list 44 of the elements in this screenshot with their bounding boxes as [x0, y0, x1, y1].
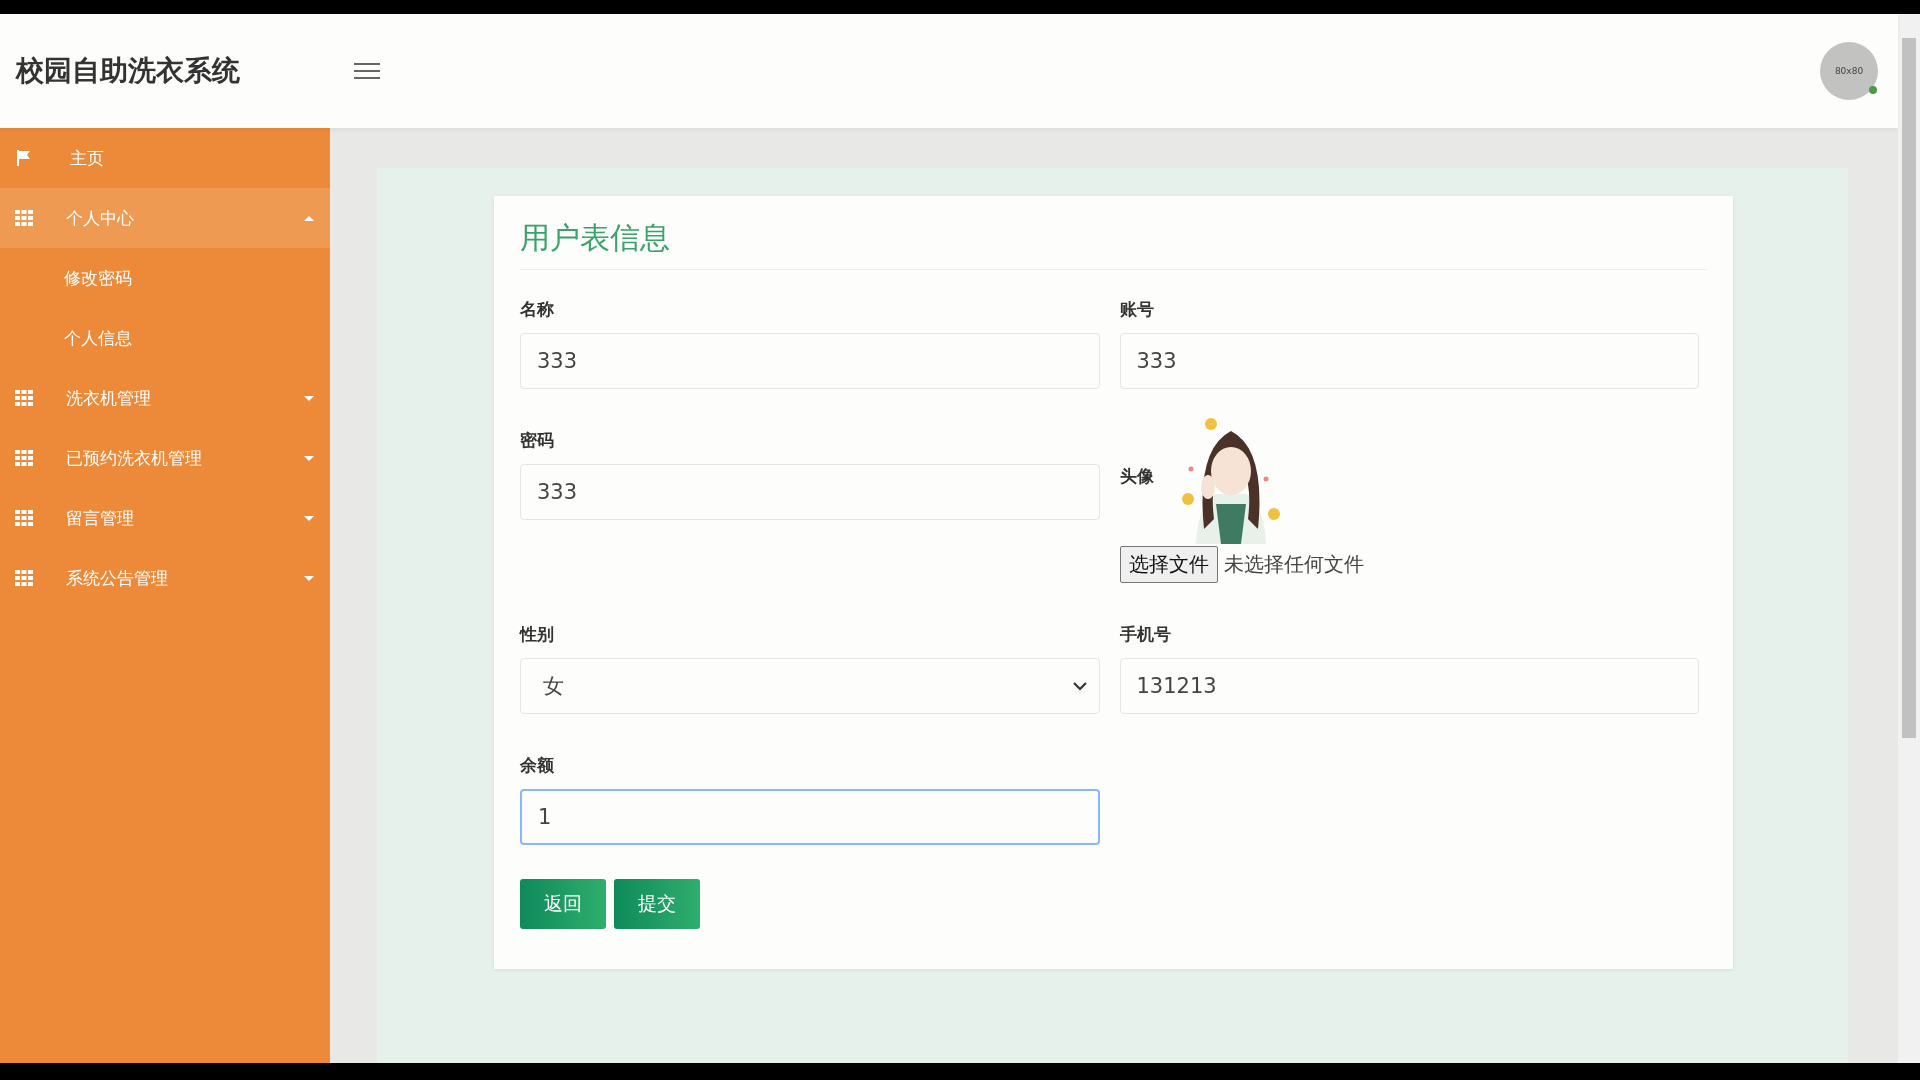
grid-icon	[15, 570, 33, 586]
scrollbar-thumb[interactable]	[1902, 38, 1916, 738]
input-field[interactable]: 1	[520, 789, 1100, 845]
sidebar-group-item[interactable]: 洗衣机管理	[0, 368, 330, 428]
sidebar-group-item[interactable]: 系统公告管理	[0, 548, 330, 608]
app-title: 校园自助洗衣系统	[16, 53, 241, 89]
field-label: 密码	[520, 429, 555, 452]
menu-icon[interactable]	[354, 62, 380, 80]
field-label: 性别	[520, 623, 555, 646]
field-label: 头像	[1119, 465, 1154, 488]
sidebar-group-item[interactable]: 留言管理	[0, 488, 330, 548]
choose-file-button[interactable]: 选择文件	[1119, 546, 1218, 583]
field-label: 名称	[520, 298, 555, 321]
field-label: 余额	[520, 754, 555, 777]
sidebar-group-item[interactable]: 个人中心	[0, 188, 330, 248]
form-title: 用户表信息	[520, 218, 1707, 270]
chevron-down-icon	[1072, 681, 1087, 691]
back-button[interactable]: 返回	[520, 879, 606, 929]
select-field[interactable]: 女	[520, 658, 1100, 714]
caret-icon	[304, 455, 314, 461]
sidebar-item[interactable]: 主页	[0, 128, 330, 188]
grid-icon	[15, 390, 33, 406]
sidebar-subitem[interactable]: 个人信息	[0, 308, 330, 368]
field-label: 手机号	[1119, 623, 1172, 646]
sidebar-subitem[interactable]: 修改密码	[0, 248, 330, 308]
input-field[interactable]: 131213	[1119, 658, 1699, 714]
flag-icon	[15, 149, 33, 167]
caret-icon	[304, 395, 314, 401]
avatar-placeholder-text: 80x80	[1834, 66, 1864, 76]
caret-icon	[304, 575, 314, 581]
caret-icon	[304, 215, 314, 221]
caret-icon	[304, 515, 314, 521]
scrollbar[interactable]	[1898, 14, 1920, 1063]
grid-icon	[15, 210, 33, 226]
input-field[interactable]: 333	[1119, 333, 1699, 389]
file-status-text: 未选择任何文件	[1223, 551, 1364, 578]
sidebar-group-item[interactable]: 已预约洗衣机管理	[0, 428, 330, 488]
input-field[interactable]: 333	[520, 464, 1100, 520]
grid-icon	[15, 510, 33, 526]
field-label: 账号	[1119, 298, 1155, 321]
input-field[interactable]: 333	[520, 333, 1100, 389]
grid-icon	[15, 450, 33, 466]
user-avatar[interactable]: 80x80	[1820, 42, 1878, 100]
submit-button[interactable]: 提交	[614, 879, 700, 929]
